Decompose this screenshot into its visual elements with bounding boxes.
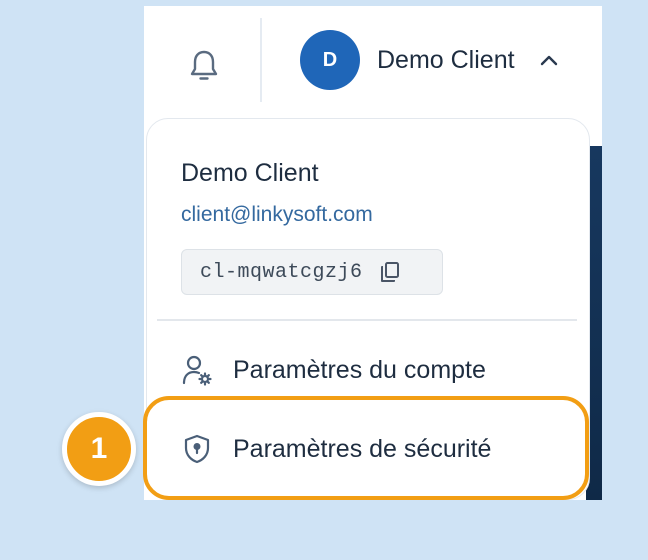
bell-icon (190, 50, 218, 80)
dropdown-user-email: client@linkysoft.com (181, 203, 373, 226)
top-navigation-bar: D Demo Client (144, 6, 602, 120)
menu-item-security-settings-label: Paramètres de sécurité (233, 434, 492, 463)
dropdown-user-name: Demo Client (181, 159, 319, 187)
user-dropdown-menu: Demo Client client@linkysoft.com cl-mqwa… (146, 118, 590, 500)
chevron-up-icon (539, 52, 559, 68)
copy-client-id-button[interactable] (377, 259, 403, 285)
avatar: D (300, 30, 360, 90)
tutorial-step-badge: 1 (62, 412, 136, 486)
client-id-badge: cl-mqwatcgzj6 (181, 249, 443, 295)
user-name: Demo Client (377, 45, 515, 74)
shield-icon (181, 432, 213, 466)
topbar-divider (260, 18, 262, 102)
user-gear-icon (181, 353, 213, 387)
user-menu-toggle[interactable]: D Demo Client (300, 30, 580, 90)
notifications-button[interactable] (184, 44, 224, 88)
copy-icon (380, 262, 399, 282)
menu-item-account-settings[interactable]: Paramètres du compte (181, 345, 561, 395)
menu-item-account-settings-label: Paramètres du compte (233, 355, 486, 384)
menu-item-security-settings[interactable]: Paramètres de sécurité (181, 424, 561, 474)
client-id-text: cl-mqwatcgzj6 (200, 260, 363, 284)
dropdown-divider (157, 319, 577, 321)
